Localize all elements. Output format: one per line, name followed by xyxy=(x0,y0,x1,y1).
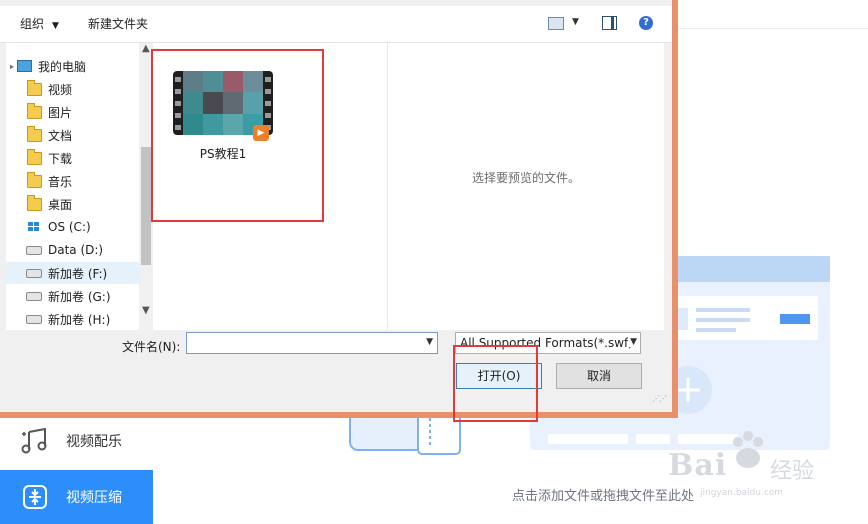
resize-grip-icon[interactable]: ⋰⋰ xyxy=(652,394,667,403)
scroll-down-icon[interactable]: ▼ xyxy=(142,305,150,316)
navigation-tree: ▸ 我的电脑 视频 图片 文档 下载 音乐 桌面 OS (C:) Data (D… xyxy=(6,43,146,330)
chevron-down-icon: ▼ xyxy=(52,21,59,31)
drive-icon xyxy=(26,289,42,303)
drive-icon xyxy=(26,243,42,257)
nav-item-computer[interactable]: ▸ 我的电脑 xyxy=(10,55,146,77)
view-dropdown-icon[interactable]: ▼ xyxy=(572,17,579,27)
watermark-cn: 经验 xyxy=(770,459,815,484)
nav-item-label: OS (C:) xyxy=(48,220,91,234)
new-folder-button[interactable]: 新建文件夹 xyxy=(88,15,148,32)
filename-label: 文件名(N): xyxy=(122,340,181,354)
dialog-bottom-bar: 文件名(N): ▼ All Supported Formats(*.swf; ▼… xyxy=(0,330,672,412)
watermark-paw-icon xyxy=(733,431,763,468)
nav-item-desktop[interactable]: 桌面 xyxy=(26,193,146,215)
highlight-box-file xyxy=(151,49,324,222)
nav-item-label: 音乐 xyxy=(48,174,73,189)
open-file-dialog: 组织 ▼ 新建文件夹 ▼ ? ▸ 我的电脑 视频 图片 文档 下载 音乐 桌面 … xyxy=(0,0,678,418)
scroll-thumb[interactable] xyxy=(141,147,151,265)
nav-item-pictures[interactable]: 图片 xyxy=(26,101,146,123)
preview-pane: 选择要预览的文件。 xyxy=(388,43,664,330)
organize-menu[interactable]: 组织 ▼ xyxy=(20,15,59,32)
nav-item-label: 新加卷 (H:) xyxy=(48,312,111,327)
folder-icon xyxy=(26,148,42,165)
nav-item-downloads[interactable]: 下载 xyxy=(26,147,146,169)
header-divider xyxy=(672,28,868,29)
scroll-up-icon[interactable]: ▲ xyxy=(142,43,150,54)
sidebar-item-label: 视频压缩 xyxy=(66,490,122,506)
drop-hint-text: 点击添加文件或拖拽文件至此处 xyxy=(512,489,695,504)
drive-icon xyxy=(26,312,42,326)
nav-item-label: 视频 xyxy=(48,82,73,97)
nav-item-drive-h[interactable]: 新加卷 (H:) xyxy=(26,308,146,330)
nav-item-label: 我的电脑 xyxy=(38,59,87,74)
nav-item-drive-d[interactable]: Data (D:) xyxy=(26,239,146,261)
nav-item-label: Data (D:) xyxy=(48,243,104,257)
compress-icon xyxy=(20,482,50,512)
nav-item-label: 桌面 xyxy=(48,197,73,212)
watermark-logo: Bai xyxy=(668,448,728,483)
folder-icon xyxy=(26,79,42,96)
nav-item-drive-g[interactable]: 新加卷 (G:) xyxy=(26,285,146,307)
nav-item-label: 新加卷 (G:) xyxy=(48,289,111,304)
watermark-url: jingyan.baidu.com xyxy=(700,488,784,498)
folder-icon xyxy=(26,102,42,119)
view-mode-icon[interactable] xyxy=(548,17,564,30)
nav-item-videos[interactable]: 视频 xyxy=(26,78,146,100)
nav-item-label: 新加卷 (F:) xyxy=(48,266,108,281)
cancel-button[interactable]: 取消 xyxy=(556,363,642,389)
windows-drive-icon xyxy=(26,220,42,234)
sidebar-item-label: 视频配乐 xyxy=(66,434,122,450)
nav-item-documents[interactable]: 文档 xyxy=(26,124,146,146)
drive-icon xyxy=(26,266,42,280)
chevron-down-icon[interactable]: ▼ xyxy=(426,337,433,347)
folder-icon xyxy=(26,125,42,142)
computer-icon xyxy=(16,59,32,73)
dialog-toolbar: 组织 ▼ 新建文件夹 ▼ ? xyxy=(0,6,672,43)
preview-pane-toggle-icon[interactable] xyxy=(602,16,617,30)
folder-icon xyxy=(26,194,42,211)
highlight-box-open-button xyxy=(453,345,538,422)
nav-item-label: 文档 xyxy=(48,128,73,143)
chevron-down-icon[interactable]: ▼ xyxy=(628,337,637,347)
nav-item-music[interactable]: 音乐 xyxy=(26,170,146,192)
nav-item-label: 图片 xyxy=(48,105,73,120)
music-note-icon xyxy=(20,426,50,456)
nav-item-drive-f[interactable]: 新加卷 (F:) xyxy=(6,262,146,284)
nav-item-drive-c[interactable]: OS (C:) xyxy=(26,216,146,238)
filename-input[interactable]: ▼ xyxy=(186,332,438,354)
folder-icon xyxy=(26,171,42,188)
help-icon[interactable]: ? xyxy=(639,16,653,30)
nav-item-label: 下载 xyxy=(48,151,73,166)
sidebar-item-video-music[interactable]: 视频配乐 xyxy=(0,414,153,468)
expand-arrow-icon[interactable]: ▸ xyxy=(10,62,14,71)
preview-empty-text: 选择要预览的文件。 xyxy=(471,171,580,185)
sidebar-item-video-compress[interactable]: 视频压缩 xyxy=(0,470,153,524)
